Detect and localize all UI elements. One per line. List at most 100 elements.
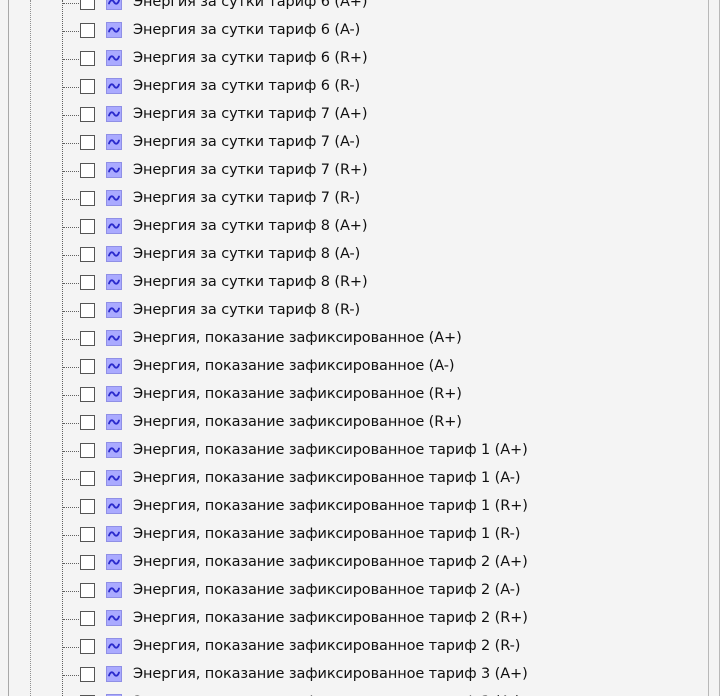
item-checkbox[interactable] xyxy=(80,639,95,654)
tree-connector xyxy=(63,199,79,200)
item-checkbox[interactable] xyxy=(80,499,95,514)
tree-connector xyxy=(63,535,79,536)
tree-connector xyxy=(63,423,79,424)
signal-wave-icon xyxy=(106,22,122,38)
tree-item[interactable]: Энергия за сутки тариф 8 (A+) xyxy=(0,214,710,242)
tree-item[interactable]: Энергия, показание зафиксированное тариф… xyxy=(0,438,710,466)
tree-connector xyxy=(63,479,79,480)
tree-item[interactable]: Энергия, показание зафиксированное тариф… xyxy=(0,494,710,522)
signal-wave-icon xyxy=(106,274,122,290)
signal-wave-icon xyxy=(106,498,122,514)
tree-item[interactable]: Энергия, показание зафиксированное тариф… xyxy=(0,690,710,696)
tree-item[interactable]: Энергия, показание зафиксированное тариф… xyxy=(0,522,710,550)
tree-item[interactable]: Энергия за сутки тариф 7 (A-) xyxy=(0,130,710,158)
tree-item-label: Энергия за сутки тариф 6 (R+) xyxy=(133,50,368,66)
tree-item[interactable]: Энергия за сутки тариф 8 (R+) xyxy=(0,270,710,298)
signal-wave-icon xyxy=(106,554,122,570)
tree-item-label: Энергия за сутки тариф 8 (R+) xyxy=(133,274,368,290)
tree-item[interactable]: Энергия, показание зафиксированное (R+) xyxy=(0,410,710,438)
tree-item[interactable]: Энергия за сутки тариф 6 (R-) xyxy=(0,74,710,102)
tree-item[interactable]: Энергия за сутки тариф 6 (R+) xyxy=(0,46,710,74)
item-checkbox[interactable] xyxy=(80,583,95,598)
item-checkbox[interactable] xyxy=(80,443,95,458)
signal-wave-icon xyxy=(106,386,122,402)
item-checkbox[interactable] xyxy=(80,247,95,262)
panel-right-edge xyxy=(708,0,719,696)
item-checkbox[interactable] xyxy=(80,415,95,430)
tree-item[interactable]: Энергия, показание зафиксированное (A+) xyxy=(0,326,710,354)
item-checkbox[interactable] xyxy=(80,527,95,542)
tree-item[interactable]: Энергия за сутки тариф 8 (A-) xyxy=(0,242,710,270)
tree-connector xyxy=(63,143,79,144)
tree-connector xyxy=(63,255,79,256)
tree-connector xyxy=(63,87,79,88)
tree-connector xyxy=(63,647,79,648)
tree-item[interactable]: Энергия за сутки тариф 7 (R+) xyxy=(0,158,710,186)
item-checkbox[interactable] xyxy=(80,331,95,346)
item-checkbox[interactable] xyxy=(80,191,95,206)
tree-connector xyxy=(63,115,79,116)
item-checkbox[interactable] xyxy=(80,23,95,38)
tree-item[interactable]: Энергия за сутки тариф 7 (A+) xyxy=(0,102,710,130)
tree-item[interactable]: Энергия, показание зафиксированное тариф… xyxy=(0,662,710,690)
tree-item-label: Энергия за сутки тариф 7 (A+) xyxy=(133,106,368,122)
signal-wave-icon xyxy=(106,414,122,430)
tree-connector xyxy=(63,59,79,60)
tree-item[interactable]: Энергия, показание зафиксированное (A-) xyxy=(0,354,710,382)
item-checkbox[interactable] xyxy=(80,611,95,626)
tree-item-label: Энергия, показание зафиксированное тариф… xyxy=(133,638,521,654)
signal-wave-icon xyxy=(106,610,122,626)
tree-connector xyxy=(63,591,79,592)
signal-wave-icon xyxy=(106,582,122,598)
tree-item[interactable]: Энергия за сутки тариф 8 (R-) xyxy=(0,298,710,326)
item-checkbox[interactable] xyxy=(80,163,95,178)
tree-item[interactable]: Энергия, показание зафиксированное тариф… xyxy=(0,634,710,662)
tree-connector xyxy=(63,3,79,4)
tree-item-label: Энергия, показание зафиксированное тариф… xyxy=(133,666,528,682)
signal-wave-icon xyxy=(106,442,122,458)
tree-item-label: Энергия, показание зафиксированное тариф… xyxy=(133,526,521,542)
tree-item[interactable]: Энергия, показание зафиксированное (R+) xyxy=(0,382,710,410)
tree-item[interactable]: Энергия, показание зафиксированное тариф… xyxy=(0,466,710,494)
item-checkbox[interactable] xyxy=(80,275,95,290)
item-checkbox[interactable] xyxy=(80,667,95,682)
tree-item-label: Энергия, показание зафиксированное тариф… xyxy=(133,470,521,486)
tree-item-label: Энергия, показание зафиксированное тариф… xyxy=(133,610,528,626)
item-checkbox[interactable] xyxy=(80,51,95,66)
tree-connector xyxy=(63,339,79,340)
signal-wave-icon xyxy=(106,190,122,206)
signal-wave-icon xyxy=(106,0,122,10)
signal-wave-icon xyxy=(106,526,122,542)
tree-item[interactable]: Энергия за сутки тариф 7 (R-) xyxy=(0,186,710,214)
item-checkbox[interactable] xyxy=(80,387,95,402)
signal-wave-icon xyxy=(106,106,122,122)
tree-item-label: Энергия за сутки тариф 7 (A-) xyxy=(133,134,361,150)
tree-item[interactable]: Энергия, показание зафиксированное тариф… xyxy=(0,606,710,634)
item-checkbox[interactable] xyxy=(80,555,95,570)
tree-connector xyxy=(63,395,79,396)
tree-item[interactable]: Энергия, показание зафиксированное тариф… xyxy=(0,578,710,606)
tree-item-label: Энергия, показание зафиксированное тариф… xyxy=(133,582,521,598)
tree-item-label: Энергия за сутки тариф 6 (R-) xyxy=(133,78,361,94)
item-checkbox[interactable] xyxy=(80,219,95,234)
item-checkbox[interactable] xyxy=(80,135,95,150)
tree-connector xyxy=(63,311,79,312)
tree-item[interactable]: Энергия за сутки тариф 6 (A-) xyxy=(0,18,710,46)
item-checkbox[interactable] xyxy=(80,471,95,486)
item-checkbox[interactable] xyxy=(80,79,95,94)
tree-item-label: Энергия за сутки тариф 6 (A-) xyxy=(133,22,361,38)
tree-item-label: Энергия, показание зафиксированное (A-) xyxy=(133,358,455,374)
tree-item-label: Энергия за сутки тариф 7 (R-) xyxy=(133,190,361,206)
signal-wave-icon xyxy=(106,78,122,94)
tree-item-label: Энергия за сутки тариф 7 (R+) xyxy=(133,162,368,178)
signal-wave-icon xyxy=(106,358,122,374)
item-checkbox[interactable] xyxy=(80,303,95,318)
tree-item[interactable]: Энергия за сутки тариф 6 (A+) xyxy=(0,0,710,18)
item-checkbox[interactable] xyxy=(80,0,95,10)
tree-item[interactable]: Энергия, показание зафиксированное тариф… xyxy=(0,550,710,578)
item-checkbox[interactable] xyxy=(80,359,95,374)
signal-wave-icon xyxy=(106,470,122,486)
signal-wave-icon xyxy=(106,302,122,318)
item-checkbox[interactable] xyxy=(80,107,95,122)
tree-item-label: Энергия, показание зафиксированное (A+) xyxy=(133,330,462,346)
